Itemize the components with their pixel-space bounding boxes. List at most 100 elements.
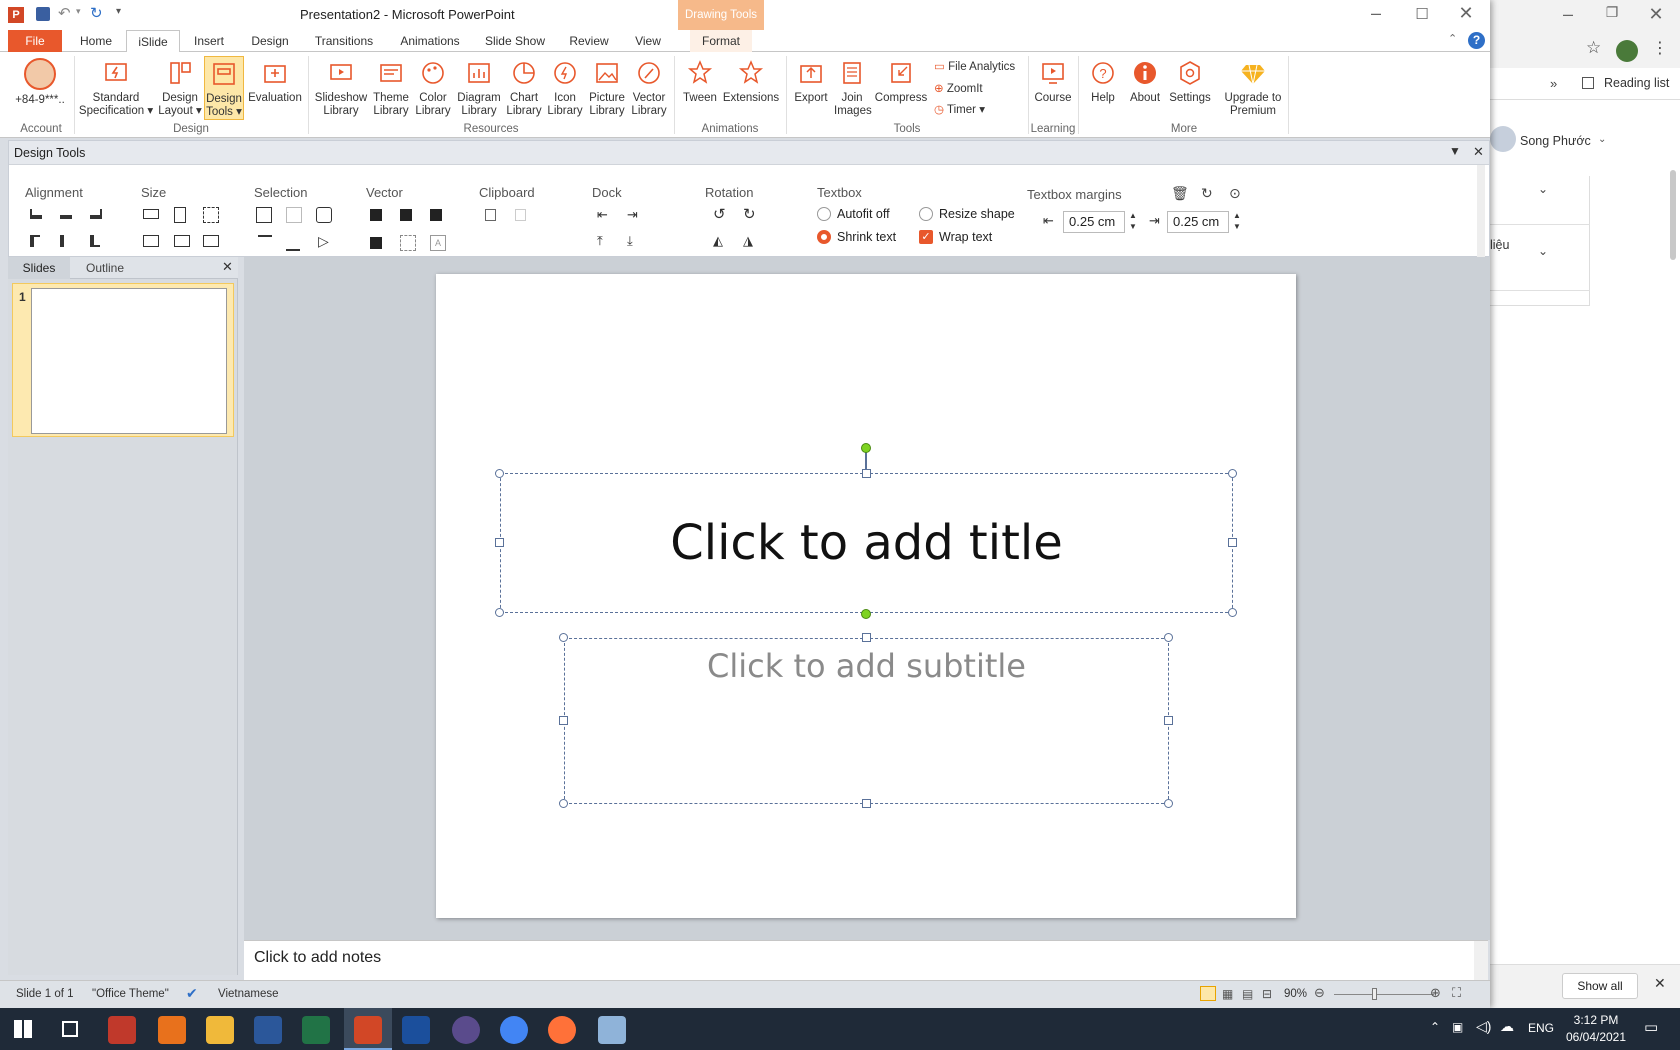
extend-right-icon[interactable] — [174, 235, 190, 247]
resize-handle[interactable] — [1164, 633, 1173, 642]
tab-view[interactable]: View — [626, 30, 670, 52]
flip-horizontal-icon[interactable]: ◭ — [713, 233, 723, 249]
export-button[interactable]: Export — [790, 58, 832, 105]
close-icon[interactable]: ✕ — [222, 259, 233, 275]
undo-icon[interactable]: ↶ — [58, 4, 71, 22]
tab-review[interactable]: Review — [564, 30, 614, 52]
redo-icon[interactable]: ↻ — [90, 4, 103, 22]
refresh-icon[interactable]: ↻ — [1201, 185, 1213, 202]
notes-placeholder[interactable]: Click to add notes — [254, 949, 381, 967]
vector-library-button[interactable]: Vector Library — [628, 58, 670, 118]
notes-pane[interactable]: Click to add notes — [244, 940, 1488, 981]
extend-left-icon[interactable] — [143, 235, 159, 247]
left-margin-input[interactable]: 0.25 cm — [1063, 211, 1125, 233]
save-icon[interactable] — [36, 7, 50, 21]
slideshow-icon[interactable]: ⊟ — [1262, 987, 1272, 1001]
resize-handle[interactable] — [862, 633, 871, 642]
zoom-level[interactable]: 90% — [1284, 988, 1307, 1000]
close-icon[interactable]: ✕ — [1654, 975, 1666, 992]
zoomit-button[interactable]: ⊕ ZoomIt — [934, 81, 983, 95]
design-layout-button[interactable]: Design Layout ▾ — [156, 58, 204, 118]
show-hidden-icons-icon[interactable]: ⌃ — [1430, 1020, 1440, 1034]
settings-button[interactable]: Settings — [1168, 58, 1212, 105]
fragment-shapes-icon[interactable] — [430, 209, 442, 221]
collapse-ribbon-icon[interactable]: ⌃ — [1448, 32, 1457, 45]
more-bookmarks-icon[interactable]: » — [1550, 76, 1557, 91]
about-button[interactable]: About — [1124, 58, 1166, 105]
standard-specification-button[interactable]: Standard Specification ▾ — [78, 58, 154, 118]
subtitle-text[interactable]: Click to add subtitle — [565, 647, 1168, 685]
autofit-off-radio[interactable] — [817, 207, 831, 221]
same-size-icon[interactable] — [203, 207, 219, 223]
resize-handle[interactable] — [495, 608, 504, 617]
bring-top-icon[interactable] — [258, 235, 272, 251]
tab-transitions[interactable]: Transitions — [308, 30, 380, 52]
join-images-button[interactable]: Join Images — [834, 58, 872, 118]
subtract-shapes-icon[interactable] — [400, 235, 416, 251]
scrollbar-thumb[interactable] — [1670, 170, 1676, 260]
dropdown-arrow-icon[interactable]: ▾ — [76, 6, 81, 17]
tab-animations[interactable]: Animations — [392, 30, 468, 52]
slide-thumbnail-selected[interactable]: 1 — [12, 283, 234, 437]
firefox-icon[interactable] — [548, 1016, 576, 1044]
tab-slides[interactable]: Slides — [8, 257, 70, 279]
zoom-out-icon[interactable]: ⊖ — [1314, 985, 1325, 1001]
notes-scrollbar[interactable] — [1474, 941, 1488, 981]
reading-list-label[interactable]: Reading list — [1604, 76, 1669, 90]
dock-top-icon[interactable]: ⤒ — [597, 233, 603, 249]
zoom-in-icon[interactable]: ⊕ — [1430, 985, 1441, 1001]
task-view-icon[interactable] — [62, 1021, 78, 1037]
user-name[interactable]: Song Phước — [1520, 134, 1591, 148]
customize-toolbar-icon[interactable]: ▾ — [116, 6, 121, 17]
resize-handle[interactable] — [1164, 716, 1173, 725]
flip-vertical-icon[interactable]: ◮ — [743, 233, 753, 249]
app-icon-1[interactable] — [108, 1016, 136, 1044]
rotate-right-icon[interactable]: ↻ — [743, 205, 756, 223]
app-icon-2[interactable] — [158, 1016, 186, 1044]
resize-handle[interactable] — [495, 469, 504, 478]
help-icon[interactable]: ? — [1468, 32, 1485, 49]
same-height-icon[interactable] — [174, 207, 186, 223]
evaluation-button[interactable]: Evaluation — [246, 58, 304, 105]
slideshow-library-button[interactable]: Slideshow Library — [312, 58, 370, 118]
upgrade-premium-button[interactable]: Upgrade to Premium — [1222, 58, 1284, 118]
timer-button[interactable]: ◷ Timer ▾ — [934, 102, 985, 116]
left-margin-stepper[interactable]: ▲ ▼ — [1129, 210, 1137, 232]
windows-start-icon[interactable] — [14, 1020, 32, 1038]
align-left-icon[interactable] — [30, 209, 42, 219]
theme-name[interactable]: "Office Theme" — [92, 988, 169, 1000]
align-bottom-icon[interactable] — [90, 235, 100, 247]
maximize-icon[interactable]: ☐ — [1408, 5, 1436, 23]
powerpoint-icon[interactable] — [354, 1016, 382, 1044]
volume-icon[interactable]: ◁) — [1476, 1018, 1491, 1035]
delete-icon[interactable]: 🗑 — [1171, 185, 1189, 202]
tab-design[interactable]: Design — [244, 30, 296, 52]
clock-time[interactable]: 3:12 PM — [1566, 1013, 1626, 1027]
close-icon[interactable]: ✕ — [1473, 144, 1484, 160]
minimize-icon[interactable]: – — [1362, 3, 1390, 24]
chevron-down-icon[interactable]: ⌄ — [1538, 182, 1548, 196]
excel-icon[interactable] — [302, 1016, 330, 1044]
diagram-library-button[interactable]: Diagram Library — [454, 58, 504, 118]
menu-icon[interactable]: ⋮ — [1652, 38, 1668, 58]
send-bottom-icon[interactable] — [286, 235, 300, 251]
tab-file[interactable]: File — [8, 30, 62, 52]
zoom-slider-thumb[interactable] — [1372, 988, 1377, 1000]
star-icon[interactable]: ☆ — [1586, 38, 1601, 58]
align-right-icon[interactable] — [90, 209, 102, 219]
help-button[interactable]: ? Help — [1084, 58, 1122, 105]
subtitle-placeholder[interactable]: Click to add subtitle — [564, 638, 1169, 804]
profile-avatar[interactable] — [1616, 40, 1638, 62]
close-icon[interactable]: ✕ — [1452, 3, 1480, 24]
resize-handle[interactable] — [1228, 538, 1237, 547]
tab-insert[interactable]: Insert — [186, 30, 232, 52]
input-language[interactable]: ENG — [1528, 1021, 1554, 1035]
align-top-icon[interactable] — [30, 235, 40, 247]
title-text[interactable]: Click to add title — [501, 474, 1232, 612]
course-button[interactable]: Course — [1030, 58, 1076, 105]
resize-handle[interactable] — [559, 633, 568, 642]
compress-button[interactable]: Compress — [874, 58, 928, 105]
resize-handle[interactable] — [1228, 608, 1237, 617]
resize-handle[interactable] — [1228, 469, 1237, 478]
tab-islide[interactable]: iSlide — [126, 30, 180, 53]
